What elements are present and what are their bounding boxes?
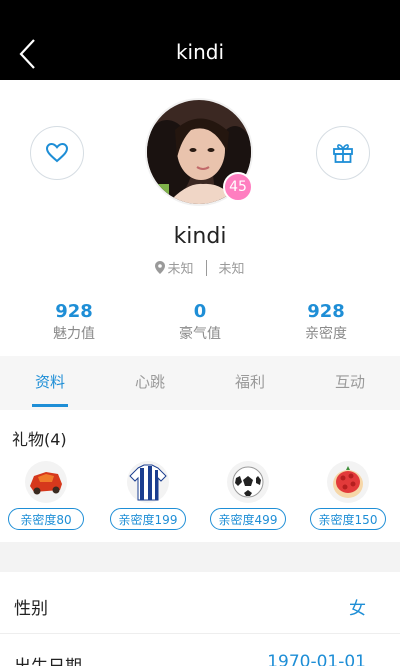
strawberry-cake-icon	[327, 461, 369, 503]
stat-value: 928	[307, 301, 345, 322]
gift-intimacy-label: 亲密度199	[110, 508, 186, 530]
tab-benefits[interactable]: 福利	[200, 356, 300, 410]
profile-meta: 未知 未知	[0, 258, 400, 277]
gift-icon	[333, 144, 353, 163]
gift-intimacy-label: 亲密度150	[310, 508, 386, 530]
stat-label: 豪气值	[179, 326, 221, 342]
info-row-birthday: 出生日期 1970-01-01	[0, 634, 400, 666]
tab-heartbeat[interactable]: 心跳	[100, 356, 200, 410]
location-text: 未知	[167, 262, 194, 277]
stat-label: 亲密度	[305, 326, 347, 342]
section-divider	[0, 542, 400, 572]
gift-item[interactable]: 亲密度199	[110, 460, 186, 530]
stat-wealth: 0 豪气值	[140, 300, 260, 344]
stat-intimacy: 928 亲密度	[266, 300, 386, 344]
like-button[interactable]	[30, 126, 84, 180]
tab-profile[interactable]: 资料	[0, 356, 100, 410]
avatar-container: 45	[145, 98, 253, 206]
stat-value: 928	[55, 301, 93, 322]
send-gift-button[interactable]	[316, 126, 370, 180]
top-bar: kindi	[0, 0, 400, 80]
stat-value: 0	[193, 301, 207, 322]
info-value: 女	[349, 599, 366, 619]
gift-item[interactable]: 亲密度150	[310, 460, 386, 530]
location-pin-icon	[155, 261, 166, 274]
profile-other-info: 未知	[218, 262, 245, 277]
stat-charm: 928 魅力值	[14, 300, 134, 344]
gift-item[interactable]: 亲密度499	[210, 460, 286, 530]
jersey-icon	[127, 461, 169, 503]
car-icon	[25, 461, 67, 503]
info-value: 1970-01-01	[267, 652, 366, 666]
ball-icon	[227, 461, 269, 503]
info-label: 出生日期	[14, 652, 82, 666]
info-label: 性别	[14, 599, 48, 619]
gift-item[interactable]: 亲密度80	[8, 460, 84, 530]
tab-bar: 资料 心跳 福利 互动	[0, 356, 400, 410]
divider	[205, 259, 207, 276]
stats-bar: 928 魅力值 0 豪气值 928 亲密度	[0, 300, 400, 350]
heart-icon	[46, 143, 68, 163]
location: 未知	[155, 258, 194, 277]
profile-name: kindi	[173, 224, 227, 249]
gift-intimacy-label: 亲密度80	[8, 508, 84, 530]
gifts-heading: 礼物(4)	[12, 430, 67, 449]
page-title: kindi	[175, 40, 225, 64]
info-row-gender: 性别 女	[0, 576, 400, 634]
level-badge: 45	[223, 172, 253, 202]
gift-intimacy-label: 亲密度499	[210, 508, 286, 530]
stat-label: 魅力值	[53, 326, 95, 342]
tab-interaction[interactable]: 互动	[300, 356, 400, 410]
active-tab-indicator	[32, 404, 68, 407]
